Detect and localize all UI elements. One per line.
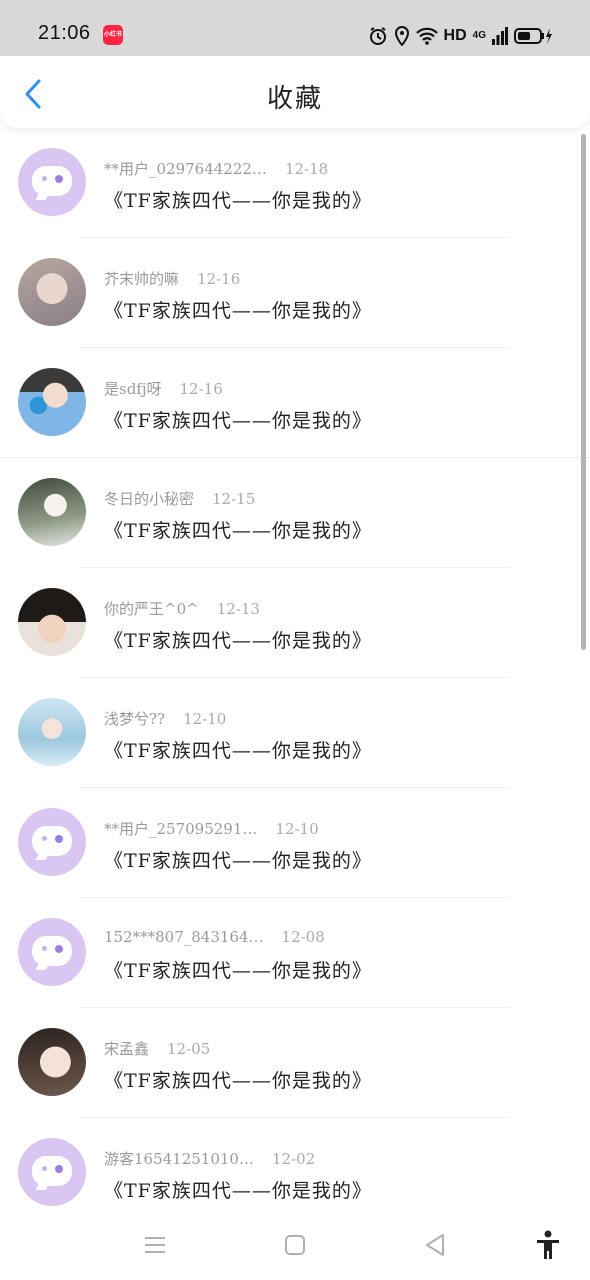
item-meta: 芥末帅的嘛 12-16: [104, 268, 240, 289]
list-item[interactable]: 游客16541251010… 12-02 《TF家族四代——你是我的》: [0, 1118, 590, 1210]
status-icons: HD 4G: [368, 24, 554, 48]
user-avatar[interactable]: [18, 698, 86, 766]
signal-icon: [492, 27, 508, 45]
user-avatar[interactable]: [18, 588, 86, 656]
item-date: 12-05: [167, 1040, 211, 1058]
item-title: 《TF家族四代——你是我的》: [104, 960, 372, 982]
user-name: **用户_257095291…: [104, 820, 258, 838]
user-name: 152***807_843164…: [104, 928, 264, 946]
status-time: 21:06: [38, 22, 91, 44]
item-meta: 152***807_843164… 12-08: [104, 928, 325, 946]
item-meta: 游客16541251010… 12-02: [104, 1148, 315, 1169]
item-date: 12-13: [216, 600, 260, 618]
item-title: 《TF家族四代——你是我的》: [104, 520, 372, 542]
item-meta: 你的严王^0^ 12-13: [104, 598, 260, 619]
item-title: 《TF家族四代——你是我的》: [104, 630, 372, 652]
system-nav-bar: [0, 1210, 590, 1280]
item-title: 《TF家族四代——你是我的》: [104, 740, 372, 762]
user-avatar[interactable]: [18, 478, 86, 546]
network-4g-indicator: 4G: [472, 30, 486, 41]
list-item[interactable]: 152***807_843164… 12-08 《TF家族四代——你是我的》: [0, 898, 590, 1008]
item-title: 《TF家族四代——你是我的》: [104, 410, 372, 432]
xiaohongshu-app-icon: 小红书: [103, 25, 123, 45]
item-meta: 是sdfj呀 12-16: [104, 378, 223, 399]
status-bar: 21:06 小红书 HD 4G: [0, 0, 590, 56]
list-item[interactable]: 冬日的小秘密 12-15 《TF家族四代——你是我的》: [0, 458, 590, 568]
page-title: 收藏: [266, 84, 323, 114]
item-date: 12-10: [275, 820, 319, 838]
item-meta: 冬日的小秘密 12-15: [104, 488, 255, 509]
menu-button[interactable]: [140, 1230, 170, 1260]
back-nav-button[interactable]: [420, 1230, 450, 1260]
item-title: 《TF家族四代——你是我的》: [104, 190, 372, 212]
wifi-icon: [415, 27, 438, 45]
item-date: 12-02: [271, 1150, 316, 1168]
hd-indicator: HD: [443, 27, 467, 44]
user-name: 是sdfj呀: [104, 380, 162, 398]
item-date: 12-18: [284, 160, 329, 178]
favorites-list: **用户_0297644222… 12-18 《TF家族四代——你是我的》 芥末帅…: [0, 128, 590, 1210]
item-title: 《TF家族四代——你是我的》: [104, 1180, 372, 1202]
list-item[interactable]: 是sdfj呀 12-16 《TF家族四代——你是我的》: [0, 348, 590, 458]
item-meta: **用户_257095291… 12-10: [104, 818, 319, 839]
header-bar: 收藏: [0, 56, 590, 128]
user-name: **用户_0297644222…: [104, 160, 267, 178]
item-date: 12-16: [179, 380, 223, 398]
user-name: 游客16541251010…: [104, 1150, 254, 1168]
user-name: 冬日的小秘密: [104, 490, 195, 508]
list-item[interactable]: **用户_0297644222… 12-18 《TF家族四代——你是我的》: [0, 128, 590, 238]
user-name: 芥末帅的嘛: [104, 270, 180, 288]
back-triangle-icon: [426, 1234, 444, 1256]
user-avatar[interactable]: [18, 258, 86, 326]
item-meta: 浅梦兮?? 12-10: [104, 708, 226, 729]
menu-icon: [145, 1237, 165, 1253]
item-date: 12-16: [197, 270, 241, 288]
default-avatar-icon[interactable]: [18, 1138, 86, 1206]
accessibility-icon: [537, 1230, 559, 1259]
default-avatar-icon[interactable]: [18, 918, 86, 986]
user-name: 你的严王^0^: [104, 600, 199, 618]
list-item[interactable]: 浅梦兮?? 12-10 《TF家族四代——你是我的》: [0, 678, 590, 788]
user-avatar[interactable]: [18, 1028, 86, 1096]
user-name: 宋孟鑫: [104, 1040, 150, 1058]
location-icon: [394, 26, 409, 46]
item-date: 12-15: [212, 490, 256, 508]
user-avatar[interactable]: [18, 368, 86, 436]
item-date: 12-10: [183, 710, 227, 728]
item-meta: **用户_0297644222… 12-18: [104, 158, 328, 179]
item-meta: 宋孟鑫 12-05: [104, 1038, 210, 1059]
user-name: 浅梦兮??: [104, 710, 166, 728]
home-button[interactable]: [280, 1230, 310, 1260]
default-avatar-icon[interactable]: [18, 148, 86, 216]
item-title: 《TF家族四代——你是我的》: [104, 1070, 372, 1092]
list-item[interactable]: 芥末帅的嘛 12-16 《TF家族四代——你是我的》: [0, 238, 590, 348]
accessibility-button[interactable]: [533, 1230, 563, 1260]
alarm-icon: [369, 27, 386, 45]
list-item[interactable]: 你的严王^0^ 12-13 《TF家族四代——你是我的》: [0, 568, 590, 678]
item-date: 12-08: [281, 928, 325, 946]
battery-icon: [514, 28, 552, 44]
default-avatar-icon[interactable]: [18, 808, 86, 876]
home-square-icon: [285, 1235, 305, 1255]
list-item[interactable]: 宋孟鑫 12-05 《TF家族四代——你是我的》: [0, 1008, 590, 1118]
item-title: 《TF家族四代——你是我的》: [104, 850, 372, 872]
item-title: 《TF家族四代——你是我的》: [104, 300, 372, 322]
scrollbar[interactable]: [581, 134, 586, 650]
list-item[interactable]: **用户_257095291… 12-10 《TF家族四代——你是我的》: [0, 788, 590, 898]
